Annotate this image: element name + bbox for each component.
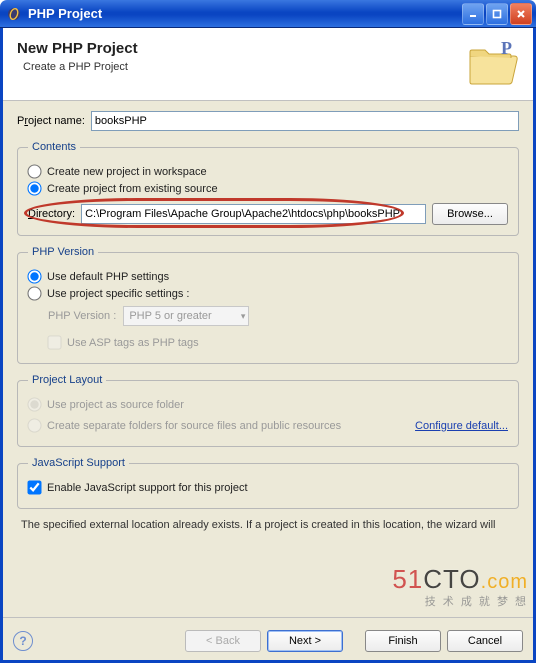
window-title: PHP Project: [28, 6, 462, 21]
project-name-input[interactable]: [91, 111, 519, 131]
radio-existing-source-label: Create project from existing source: [47, 183, 218, 195]
page-title: New PHP Project: [17, 40, 138, 57]
checkbox-enable-js[interactable]: [27, 480, 41, 494]
php-version-legend: PHP Version: [28, 246, 98, 258]
php-version-group: PHP Version Use default PHP settings Use…: [17, 246, 519, 364]
php-folder-icon: P: [467, 40, 519, 86]
radio-specific-php[interactable]: [27, 286, 41, 300]
maximize-button[interactable]: [486, 3, 508, 25]
project-name-label: Project name:: [17, 115, 85, 127]
radio-separate-folders: [27, 418, 41, 432]
php-version-select-label: PHP Version :: [48, 310, 116, 322]
wizard-content: Project name: Contents Create new projec…: [3, 101, 533, 611]
radio-src-folder: [27, 397, 41, 411]
finish-button[interactable]: Finish: [365, 630, 441, 652]
wizard-banner: New PHP Project Create a PHP Project P: [3, 28, 533, 101]
javascript-support-group: JavaScript Support Enable JavaScript sup…: [17, 457, 519, 509]
radio-default-php[interactable]: [27, 269, 41, 283]
close-button[interactable]: [510, 3, 532, 25]
radio-specific-php-label: Use project specific settings :: [47, 288, 189, 300]
cancel-button[interactable]: Cancel: [447, 630, 523, 652]
configure-default-link[interactable]: Configure default...: [415, 420, 508, 432]
minimize-button[interactable]: [462, 3, 484, 25]
directory-label: Directory:: [28, 208, 75, 220]
chevron-down-icon: ▾: [241, 311, 246, 322]
radio-existing-source[interactable]: [27, 181, 41, 195]
window-body: New PHP Project Create a PHP Project P P…: [0, 28, 536, 663]
radio-src-folder-label: Use project as source folder: [47, 399, 184, 411]
radio-create-workspace[interactable]: [27, 164, 41, 178]
radio-create-workspace-label: Create new project in workspace: [47, 166, 207, 178]
browse-button[interactable]: Browse...: [432, 203, 508, 225]
eclipse-icon: [6, 6, 22, 22]
contents-group: Contents Create new project in workspace…: [17, 141, 519, 236]
checkbox-enable-js-label: Enable JavaScript support for this proje…: [47, 482, 248, 494]
project-layout-legend: Project Layout: [28, 374, 106, 386]
window-titlebar: PHP Project: [0, 0, 536, 28]
directory-input[interactable]: [81, 204, 426, 224]
javascript-support-legend: JavaScript Support: [28, 457, 129, 469]
project-name-row: Project name:: [17, 111, 519, 131]
button-bar: ? < Back Next > Finish Cancel: [3, 626, 533, 660]
svg-text:P: P: [501, 40, 512, 58]
status-message: The specified external location already …: [21, 519, 515, 531]
php-version-select: PHP 5 or greater ▾: [123, 306, 249, 326]
radio-default-php-label: Use default PHP settings: [47, 271, 169, 283]
project-layout-group: Project Layout Use project as source fol…: [17, 374, 519, 447]
back-button: < Back: [185, 630, 261, 652]
page-subtitle: Create a PHP Project: [23, 61, 138, 73]
help-button[interactable]: ?: [13, 631, 33, 651]
next-button[interactable]: Next >: [267, 630, 343, 652]
separator: [3, 617, 533, 618]
checkbox-asp-tags-label: Use ASP tags as PHP tags: [67, 337, 199, 349]
checkbox-asp-tags: [47, 335, 61, 349]
radio-separate-folders-label: Create separate folders for source files…: [47, 420, 341, 432]
contents-legend: Contents: [28, 141, 80, 153]
php-version-subsection: PHP Version : PHP 5 or greater ▾ Use ASP…: [48, 306, 508, 349]
